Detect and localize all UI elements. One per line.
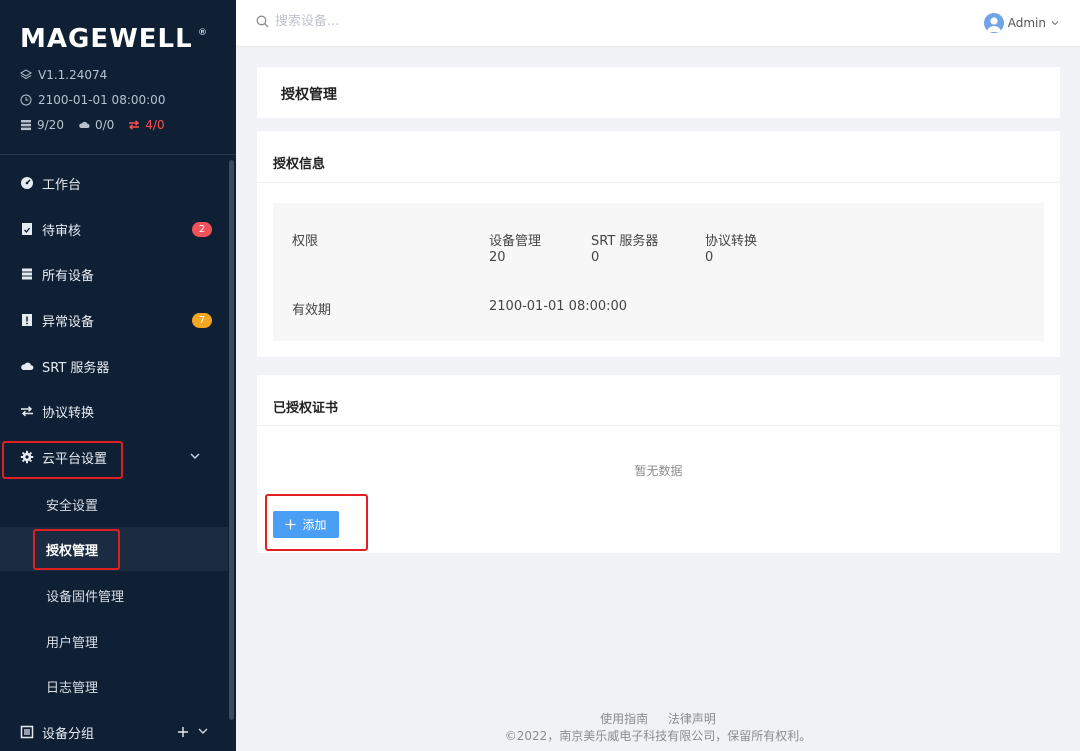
sidebar: MAGEWELL ® V1.1.24074 2100-01-01 08:00:0… — [0, 0, 236, 751]
certs-title: 已授权证书 — [273, 401, 339, 416]
sidebar-item-dashboard[interactable]: 工作台 — [0, 163, 228, 203]
sidebar-item-label: 异常设备 — [42, 314, 95, 330]
search-bar — [256, 14, 475, 29]
column-value-protocol-convert: 0 — [705, 250, 714, 265]
avatar — [983, 13, 1004, 33]
sidebar-subitem-security[interactable]: 安全设置 — [0, 482, 228, 526]
sidebar-item-device-groups[interactable]: 设备分组 — [0, 712, 228, 751]
pending-review-icon — [20, 222, 34, 236]
search-icon — [256, 15, 269, 28]
sidebar-item-label: 协议转换 — [42, 405, 95, 421]
version-text: V1.1.24074 — [38, 68, 108, 82]
license-info-title: 授权信息 — [273, 157, 326, 172]
sidebar-item-srt-server[interactable]: SRT 服务器 — [0, 346, 228, 386]
footer-links: 使用指南 法律声明 — [236, 710, 1080, 727]
device-list-icon — [20, 267, 34, 281]
validity-label: 有效期 — [292, 303, 332, 318]
magewell-logo: MAGEWELL ® — [20, 24, 207, 52]
sidebar-item-label: 设备分组 — [42, 726, 95, 742]
subitem-label: 设备固件管理 — [46, 589, 125, 605]
sidebar-scrollbar[interactable] — [229, 160, 234, 720]
highlight-box-cloud-settings — [2, 441, 123, 479]
subitem-label: 安全设置 — [46, 498, 99, 514]
chevron-down-icon[interactable] — [188, 449, 202, 463]
transfer-icon — [129, 120, 140, 130]
subitem-label: 日志管理 — [46, 680, 99, 696]
sidebar-item-all-devices[interactable]: 所有设备 — [0, 254, 228, 294]
sidebar-item-label: 待审核 — [42, 223, 82, 239]
chevron-down-icon — [1051, 21, 1059, 26]
device-count: 9/20 — [37, 118, 64, 132]
cloud-count: 0/0 — [94, 118, 115, 132]
permission-label: 权限 — [292, 234, 319, 249]
page-title: 授权管理 — [281, 87, 337, 103]
stats-line: 9/20 0/0 4/0 — [20, 118, 173, 132]
guide-link[interactable]: 使用指南 — [600, 712, 648, 726]
column-name-protocol-convert: 协议转换 — [705, 234, 758, 249]
sidebar-item-label: 工作台 — [42, 177, 82, 193]
sidebar-item-abnormal-devices[interactable]: 异常设备 7 — [0, 300, 228, 340]
highlight-box-license-management — [33, 529, 120, 570]
datetime-text: 2100-01-01 08:00:00 — [38, 93, 166, 107]
user-icon — [986, 17, 1001, 32]
plus-icon[interactable] — [176, 725, 190, 739]
transcode-count: 4/0 — [145, 118, 165, 132]
column-value-srt-server: 0 — [591, 250, 600, 265]
logo-text: MAGEWELL — [20, 24, 193, 52]
authorized-certs-card: 已授权证书 暂无数据 — [257, 375, 1060, 553]
sidebar-item-protocol-convert[interactable]: 协议转换 — [0, 391, 228, 431]
cloud-icon — [20, 359, 34, 373]
protocol-convert-icon — [20, 404, 34, 418]
user-name: Admin — [1007, 16, 1046, 30]
dashboard-icon — [20, 176, 34, 190]
sidebar-item-pending-review[interactable]: 待审核 2 — [0, 209, 228, 249]
registered-mark: ® — [198, 28, 207, 38]
server-icon — [21, 120, 31, 131]
sidebar-subitem-logs[interactable]: 日志管理 — [0, 664, 228, 708]
license-info-card: 授权信息 权限 设备管理 20 SRT 服务器 0 协议转换 0 有效期 210… — [257, 131, 1060, 357]
sidebar-item-label: SRT 服务器 — [42, 360, 110, 376]
subitem-label: 用户管理 — [46, 635, 99, 651]
cloud-icon — [79, 121, 90, 128]
abnormal-device-icon — [20, 313, 34, 327]
validity-value: 2100-01-01 08:00:00 — [489, 299, 628, 314]
footer-copyright: ©2022，南京美乐威电子科技有限公司，保留所有权利。 — [504, 729, 812, 743]
card-divider — [257, 182, 1060, 183]
topbar: Admin — [236, 0, 1080, 47]
sidebar-divider — [0, 154, 236, 155]
empty-state-text: 暂无数据 — [634, 464, 683, 478]
datetime-line: 2100-01-01 08:00:00 — [20, 93, 165, 107]
transcode-count-stat: 4/0 — [128, 118, 165, 132]
user-menu[interactable]: Admin — [983, 13, 1060, 33]
clock-icon — [20, 94, 32, 106]
license-info-box: 权限 设备管理 20 SRT 服务器 0 协议转换 0 有效期 2100-01-… — [273, 203, 1044, 341]
column-value-device-management: 20 — [489, 250, 506, 265]
pending-count-badge: 2 — [192, 222, 212, 237]
layers-icon — [20, 69, 32, 80]
legal-link[interactable]: 法律声明 — [668, 712, 716, 726]
abnormal-count-badge: 7 — [192, 313, 212, 328]
card-divider — [257, 425, 1060, 426]
search-input[interactable] — [275, 14, 475, 29]
sidebar-item-label: 所有设备 — [42, 268, 95, 284]
sidebar-subitem-firmware[interactable]: 设备固件管理 — [0, 573, 228, 617]
column-name-device-management: 设备管理 — [489, 234, 542, 249]
page-title-card: 授权管理 — [257, 67, 1060, 118]
chevron-down-icon[interactable] — [196, 724, 210, 738]
cloud-count-stat: 0/0 — [78, 118, 114, 132]
column-name-srt-server: SRT 服务器 — [591, 234, 659, 249]
device-group-icon — [20, 725, 34, 739]
version-line: V1.1.24074 — [20, 68, 107, 82]
highlight-box-add-button — [265, 494, 368, 551]
sidebar-subitem-users[interactable]: 用户管理 — [0, 619, 228, 663]
device-count-stat: 9/20 — [20, 118, 64, 132]
